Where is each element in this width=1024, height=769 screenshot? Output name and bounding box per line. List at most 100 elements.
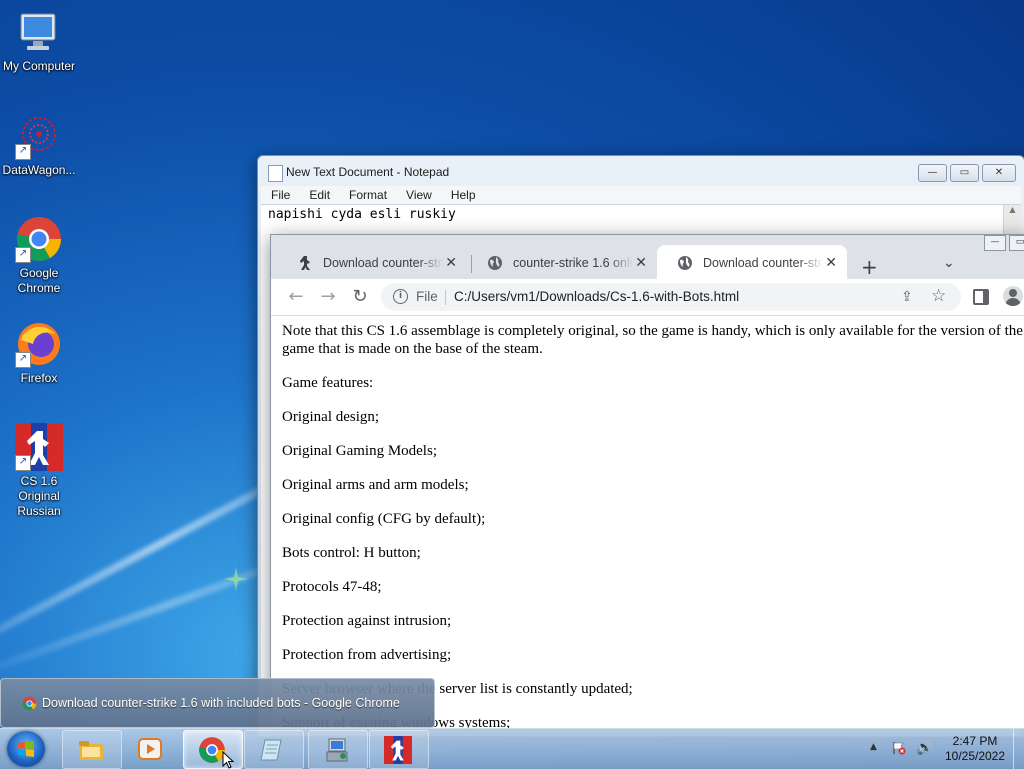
tab-label: Download counter-strike 1.6: [703, 256, 823, 270]
system-tray: ▲ 🔊 2:47 PM 10/25/2022: [866, 729, 1024, 769]
page-paragraph: Original config (CFG by default);: [282, 511, 486, 527]
taskbar-file-explorer[interactable]: [62, 730, 122, 769]
action-center-flag-icon[interactable]: [892, 741, 906, 755]
info-icon[interactable]: i: [393, 289, 408, 304]
tab-search-button[interactable]: ⌄: [943, 255, 955, 271]
forward-button[interactable]: →: [316, 286, 340, 308]
globe-icon: [678, 256, 692, 270]
side-panel-icon[interactable]: [973, 289, 989, 305]
shortcut-arrow-icon: ↗: [15, 352, 31, 368]
taskbar-cs16[interactable]: [369, 730, 429, 769]
share-icon[interactable]: ⇪: [901, 289, 913, 305]
taskbar-chrome[interactable]: [183, 730, 243, 769]
taskbar-thumbnail-tooltip[interactable]: Download counter-strike 1.6 with include…: [0, 678, 435, 728]
notepad-title: New Text Document - Notepad: [286, 165, 450, 179]
page-paragraph: Bots control: H button;: [282, 545, 421, 561]
close-icon[interactable]: ✕: [635, 254, 647, 271]
desktop-icon-my-computer[interactable]: My Computer: [0, 8, 78, 74]
close-icon[interactable]: ✕: [445, 254, 457, 271]
new-tab-button[interactable]: +: [861, 255, 878, 279]
notepad-content[interactable]: napishi cyda esli ruskiy: [268, 207, 456, 222]
clock[interactable]: 2:47 PM 10/25/2022: [940, 734, 1010, 764]
page-paragraph: Game features:: [282, 375, 374, 391]
taskbar-installer[interactable]: [308, 730, 368, 769]
show-desktop-button[interactable]: [1013, 729, 1024, 769]
chrome-icon: [22, 696, 37, 711]
page-paragraph: Protection from advertising;: [282, 647, 452, 663]
desktop-icon-firefox[interactable]: ↗ Firefox: [0, 320, 78, 386]
close-icon[interactable]: ✕: [825, 254, 837, 271]
chrome-toolbar: ← → ↻ i File C:/Users/vm1/Downloads/Cs-1…: [271, 279, 1024, 316]
back-button[interactable]: ←: [284, 286, 308, 308]
page-content: Note that this CS 1.6 assemblage is comp…: [282, 322, 1024, 729]
desktop-icon-label: Google Chrome: [17, 266, 61, 295]
page-paragraph: Protection against intrusion;: [282, 613, 452, 629]
shortcut-arrow-icon: ↗: [15, 455, 31, 471]
desktop-icon-label: CS 1.6 Original Russian: [17, 474, 61, 518]
desktop-icon-label: DataWagon...: [2, 163, 76, 177]
omnibox-divider: [445, 290, 446, 305]
mouse-cursor-icon: [222, 751, 234, 769]
menu-view[interactable]: View: [396, 186, 441, 204]
page-paragraph: Original Gaming Models;: [282, 443, 437, 459]
file-explorer-icon: [79, 741, 103, 760]
clock-time: 2:47 PM: [952, 734, 998, 748]
globe-icon: [488, 256, 502, 270]
notepad-icon: [268, 165, 283, 182]
page-paragraph: Note that this CS 1.6 assemblage is comp…: [282, 323, 1023, 357]
page-paragraph: Original arms and arm models;: [282, 477, 469, 493]
media-player-icon: [138, 738, 162, 760]
thumbnail-title: Download counter-strike 1.6 with include…: [42, 696, 400, 710]
show-hidden-icons-icon[interactable]: ▲: [870, 742, 877, 752]
page-paragraph: Protocols 47-48;: [282, 579, 382, 595]
cs-icon: [300, 256, 310, 270]
firefox-icon: ↗: [15, 320, 63, 368]
desktop-icon-google-chrome[interactable]: ↗ Google Chrome: [0, 215, 78, 296]
desktop-icon-cs16[interactable]: ↗ CS 1.6 Original Russian: [0, 423, 78, 519]
cs-icon: [384, 736, 412, 764]
shortcut-arrow-icon: ↗: [15, 144, 31, 160]
desktop-icon-label: My Computer: [2, 59, 76, 73]
desktop-icon-datawagon[interactable]: ↗ DataWagon...: [0, 112, 78, 178]
taskbar-notepad[interactable]: [244, 730, 304, 769]
menu-help[interactable]: Help: [441, 186, 485, 204]
scroll-up-arrow-icon[interactable]: ▲: [1003, 205, 1021, 235]
url-scheme-label: File: [416, 289, 438, 304]
maximize-button[interactable]: ▭: [950, 164, 979, 182]
bookmark-star-icon[interactable]: ☆: [931, 286, 946, 306]
clock-date: 10/25/2022: [944, 749, 1006, 763]
tab-label: Download counter-strike 1.6 with include…: [323, 256, 443, 270]
windows-logo-icon: [18, 741, 34, 757]
menu-file[interactable]: File: [261, 186, 299, 204]
installer-icon: [326, 738, 348, 762]
minimize-button[interactable]: —: [918, 164, 947, 182]
volume-icon[interactable]: 🔊: [916, 740, 933, 756]
reload-button[interactable]: ↻: [348, 286, 372, 308]
shortcut-arrow-icon: ↗: [15, 247, 31, 263]
menu-format[interactable]: Format: [339, 186, 396, 204]
tab-strip: Download counter-strike 1.6 with include…: [271, 241, 1024, 279]
page-viewport[interactable]: Note that this CS 1.6 assemblage is comp…: [271, 316, 1024, 729]
cs-icon: ↗: [15, 423, 63, 471]
chrome-window[interactable]: — ▭ Download counter-strike 1.6 with inc…: [270, 234, 1024, 730]
page-paragraph: Original design;: [282, 409, 380, 425]
desktop-icon-label: Firefox: [20, 371, 58, 385]
address-bar[interactable]: i File C:/Users/vm1/Downloads/Cs-1.6-wit…: [381, 283, 961, 311]
tab-cs-online[interactable]: counter-strike 1.6 online ✕: [467, 245, 657, 279]
url-text[interactable]: C:/Users/vm1/Downloads/Cs-1.6-with-Bots.…: [454, 289, 739, 304]
chrome-icon: ↗: [15, 215, 63, 263]
tab-download-cs-bots[interactable]: Download counter-strike 1.6 with include…: [277, 245, 467, 279]
computer-icon: [15, 8, 63, 56]
tab-download-cs-active[interactable]: Download counter-strike 1.6 ✕: [657, 245, 847, 279]
taskbar: ▲ 🔊 2:47 PM 10/25/2022: [0, 728, 1024, 769]
notepad-menubar: File Edit Format View Help: [261, 186, 1021, 204]
tab-label: counter-strike 1.6 online: [513, 256, 633, 270]
close-button[interactable]: ✕: [982, 164, 1016, 182]
datawagon-icon: ↗: [15, 112, 63, 160]
taskbar-media-player[interactable]: [122, 730, 180, 767]
profile-avatar-icon[interactable]: [1003, 286, 1023, 306]
wallpaper-leaf: [224, 567, 248, 591]
menu-edit[interactable]: Edit: [299, 186, 339, 204]
start-button[interactable]: [7, 731, 45, 767]
notepad-icon: [260, 739, 282, 761]
